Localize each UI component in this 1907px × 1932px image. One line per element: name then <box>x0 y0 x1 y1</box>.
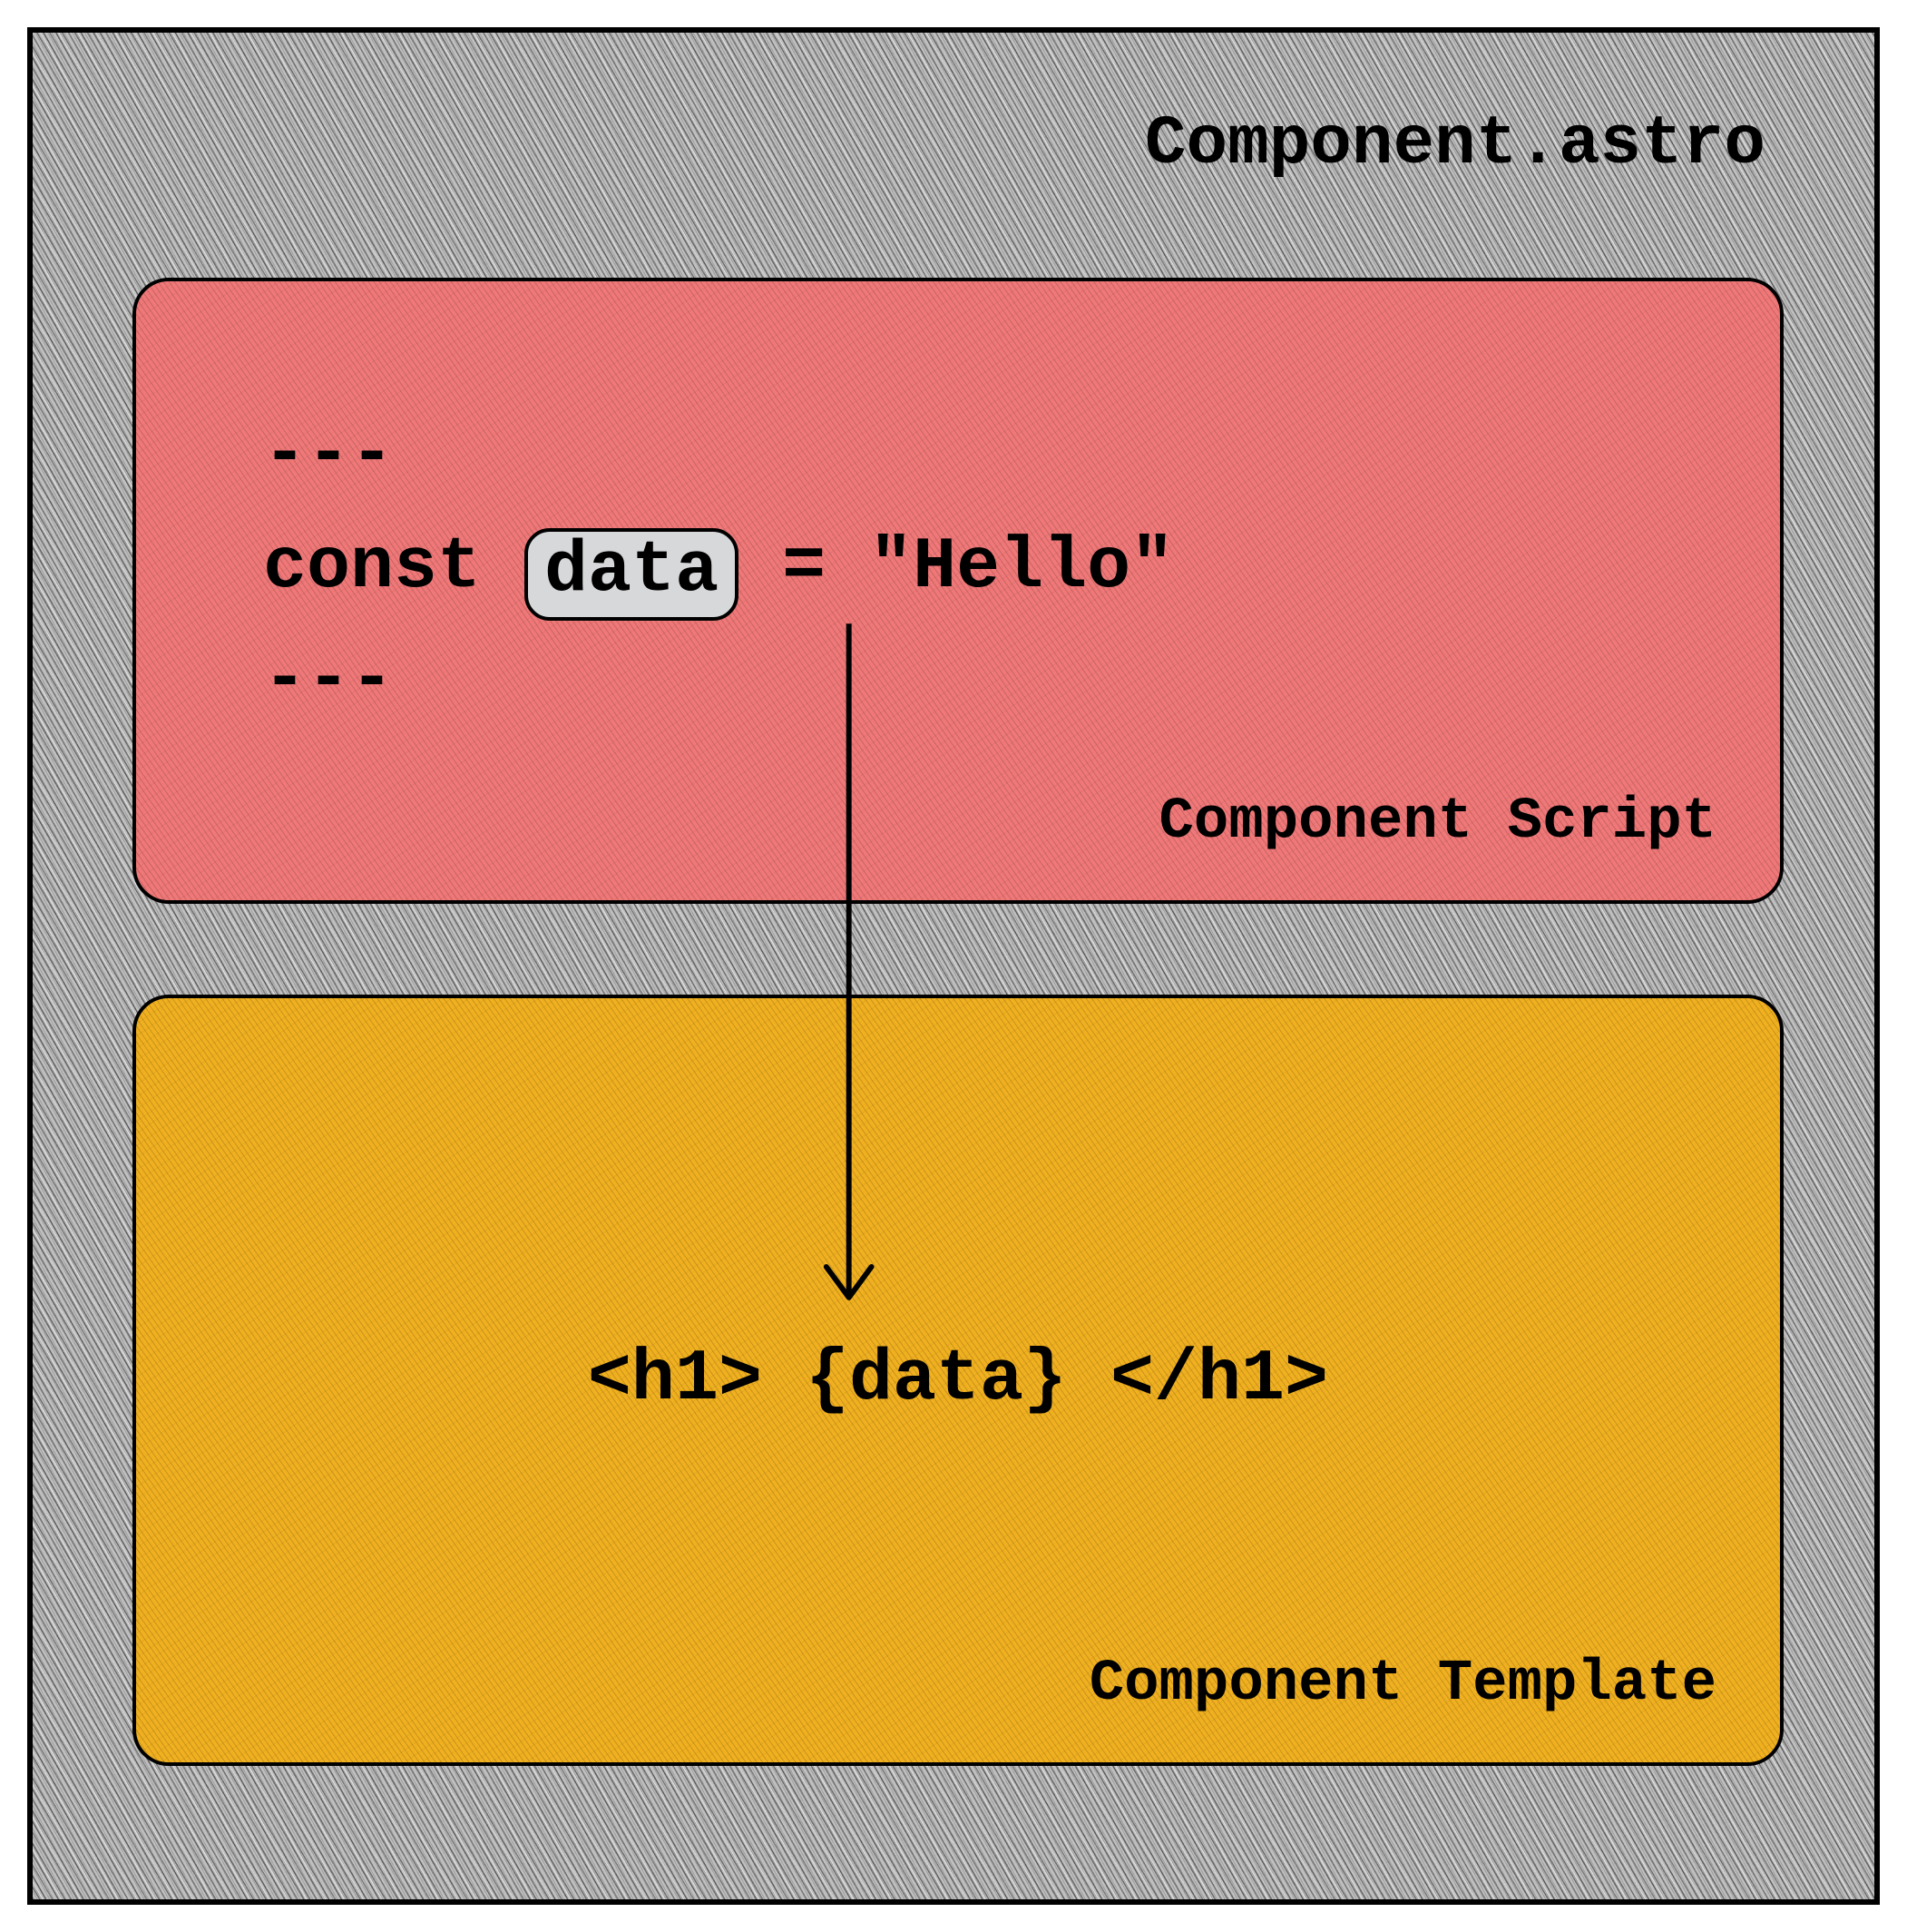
component-script-panel: --- const data = "Hello" --- Component S… <box>132 278 1784 904</box>
component-template-panel: <h1> {data} </h1> Component Template <box>132 995 1784 1766</box>
code-const-keyword: const <box>263 526 524 609</box>
frontmatter-fence-bottom: --- <box>263 639 394 721</box>
frontmatter-fence-top: --- <box>263 414 394 496</box>
code-assignment: = "Hello" <box>738 526 1174 609</box>
script-panel-label: Component Script <box>1159 789 1717 855</box>
astro-component-diagram: Component.astro --- const data = "Hello"… <box>27 27 1880 1905</box>
template-code: <h1> {data} </h1> <box>136 998 1780 1762</box>
template-panel-label: Component Template <box>1090 1652 1716 1717</box>
data-variable-pill: data <box>524 528 738 621</box>
file-title: Component.astro <box>1145 105 1765 183</box>
script-code: --- const data = "Hello" --- <box>263 399 1174 737</box>
